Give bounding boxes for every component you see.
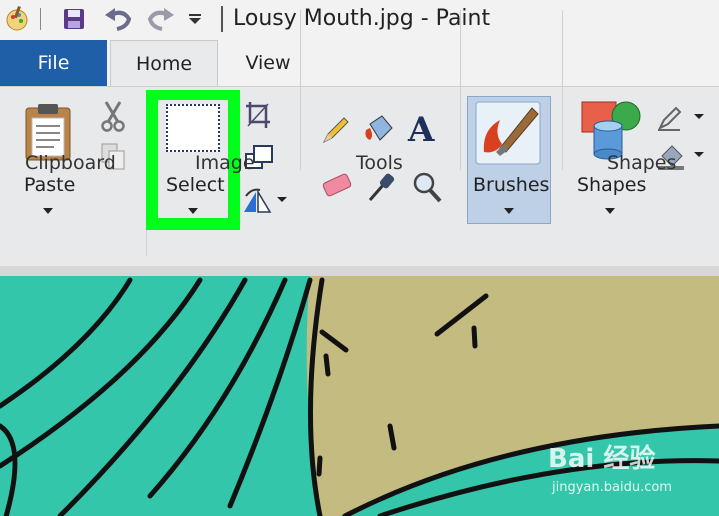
cut-icon[interactable] <box>100 100 126 136</box>
outline-icon[interactable] <box>656 104 682 136</box>
tab-view[interactable]: View <box>230 40 306 86</box>
eraser-icon[interactable] <box>318 172 356 206</box>
canvas-drawing <box>0 266 719 516</box>
clipboard-group-label: Clipboard <box>25 152 116 174</box>
paste-dropdown-arrow[interactable] <box>43 208 53 214</box>
redo-icon[interactable] <box>143 4 179 34</box>
brushes-dropdown-arrow[interactable] <box>504 208 514 214</box>
paste-button[interactable]: Paste <box>24 174 75 196</box>
customize-dropdown-icon[interactable] <box>185 4 205 34</box>
brush-icon <box>474 100 544 170</box>
drawing-canvas[interactable]: Bai 经验 jingyan.baidu.com <box>0 266 719 516</box>
text-tool-icon[interactable]: A <box>408 110 434 150</box>
magnifier-icon[interactable] <box>410 170 444 208</box>
tools-group-label: Tools <box>356 152 403 174</box>
select-label[interactable]: Select <box>166 174 225 196</box>
title-separator <box>221 6 223 32</box>
outline-dropdown-arrow[interactable] <box>694 114 704 119</box>
tab-file[interactable]: File <box>0 40 107 86</box>
select-dropdown-arrow[interactable] <box>188 208 198 214</box>
paint-app-icon[interactable] <box>2 4 32 34</box>
ribbon-tabs: File Home View <box>0 40 719 87</box>
tab-home[interactable]: Home <box>110 40 218 87</box>
save-icon[interactable] <box>58 4 90 34</box>
group-divider <box>460 10 461 170</box>
shapes-dropdown-arrow[interactable] <box>605 208 615 214</box>
select-rectangle-icon <box>166 104 220 152</box>
shapes-label[interactable]: Shapes <box>577 174 646 196</box>
undo-icon[interactable] <box>100 4 136 34</box>
watermark-text: Bai 经验 <box>548 444 656 474</box>
group-divider <box>300 10 301 170</box>
crop-icon[interactable] <box>244 100 272 134</box>
window-title: Lousy Mouth.jpg - Paint <box>233 6 491 31</box>
color-picker-icon[interactable] <box>366 170 398 208</box>
pencil-icon[interactable] <box>320 114 352 150</box>
fill-bucket-icon[interactable] <box>362 112 398 150</box>
shapes-group-label: Shapes <box>607 152 677 174</box>
brushes-label[interactable]: Brushes <box>473 174 549 196</box>
rotate-dropdown-arrow[interactable] <box>277 197 287 202</box>
watermark-url: jingyan.baidu.com <box>552 480 672 495</box>
rotate-icon[interactable] <box>240 186 274 220</box>
group-divider <box>562 10 563 170</box>
qa-separator <box>40 8 41 30</box>
image-group-label: Image <box>195 152 255 174</box>
fill-dropdown-arrow[interactable] <box>694 152 704 157</box>
title-bar: Lousy Mouth.jpg - Paint <box>0 0 719 40</box>
